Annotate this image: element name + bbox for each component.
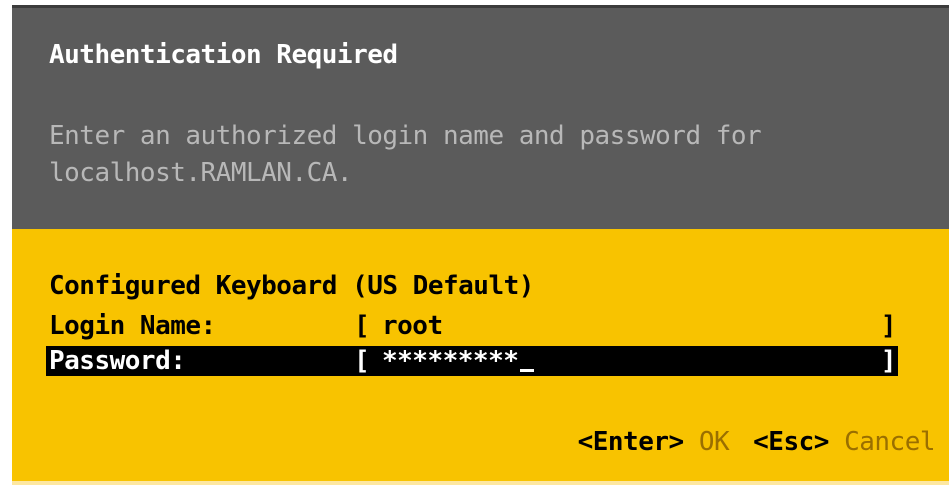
ok-label: OK: [698, 427, 730, 457]
password-input[interactable]: *********: [382, 346, 519, 376]
dialog-bottom-edge: [12, 481, 949, 485]
message-line-1: Enter an authorized login name and passw…: [49, 121, 762, 151]
login-name-bracket-close: ]: [880, 311, 897, 341]
password-field[interactable]: Password: [ ********* ]: [46, 346, 898, 376]
text-cursor: [520, 369, 535, 372]
message-line-2: localhost.RAMLAN.CA.: [49, 158, 353, 188]
ok-button[interactable]: <Enter> OK: [578, 427, 730, 457]
cancel-key-hint: <Esc>: [753, 427, 829, 457]
dialog-message: Enter an authorized login name and passw…: [49, 118, 762, 192]
dialog-title: Authentication Required: [49, 40, 398, 70]
authentication-dialog: Authentication Required Enter an authori…: [12, 5, 949, 485]
password-bracket-close: ]: [880, 346, 897, 376]
login-name-bracket-open: [: [354, 311, 370, 341]
login-name-label: Login Name:: [49, 311, 216, 341]
cancel-label: Cancel: [844, 427, 935, 457]
dialog-actions: <Enter> OK <Esc> Cancel: [578, 427, 936, 457]
dialog-body: Configured Keyboard (US Default) Login N…: [12, 229, 949, 485]
dialog-header: Authentication Required Enter an authori…: [12, 5, 949, 229]
screen: Authentication Required Enter an authori…: [0, 0, 949, 499]
ok-key-hint: <Enter>: [577, 427, 685, 457]
login-name-input[interactable]: root: [382, 311, 443, 341]
login-name-field[interactable]: Login Name: [ root ]: [46, 311, 898, 341]
password-bracket-open: [: [354, 346, 370, 376]
password-label: Password:: [49, 346, 186, 376]
keyboard-layout-label: Configured Keyboard (US Default): [49, 271, 534, 301]
password-input-wrapper[interactable]: *********: [382, 346, 535, 376]
cancel-button[interactable]: <Esc> Cancel: [753, 427, 935, 457]
